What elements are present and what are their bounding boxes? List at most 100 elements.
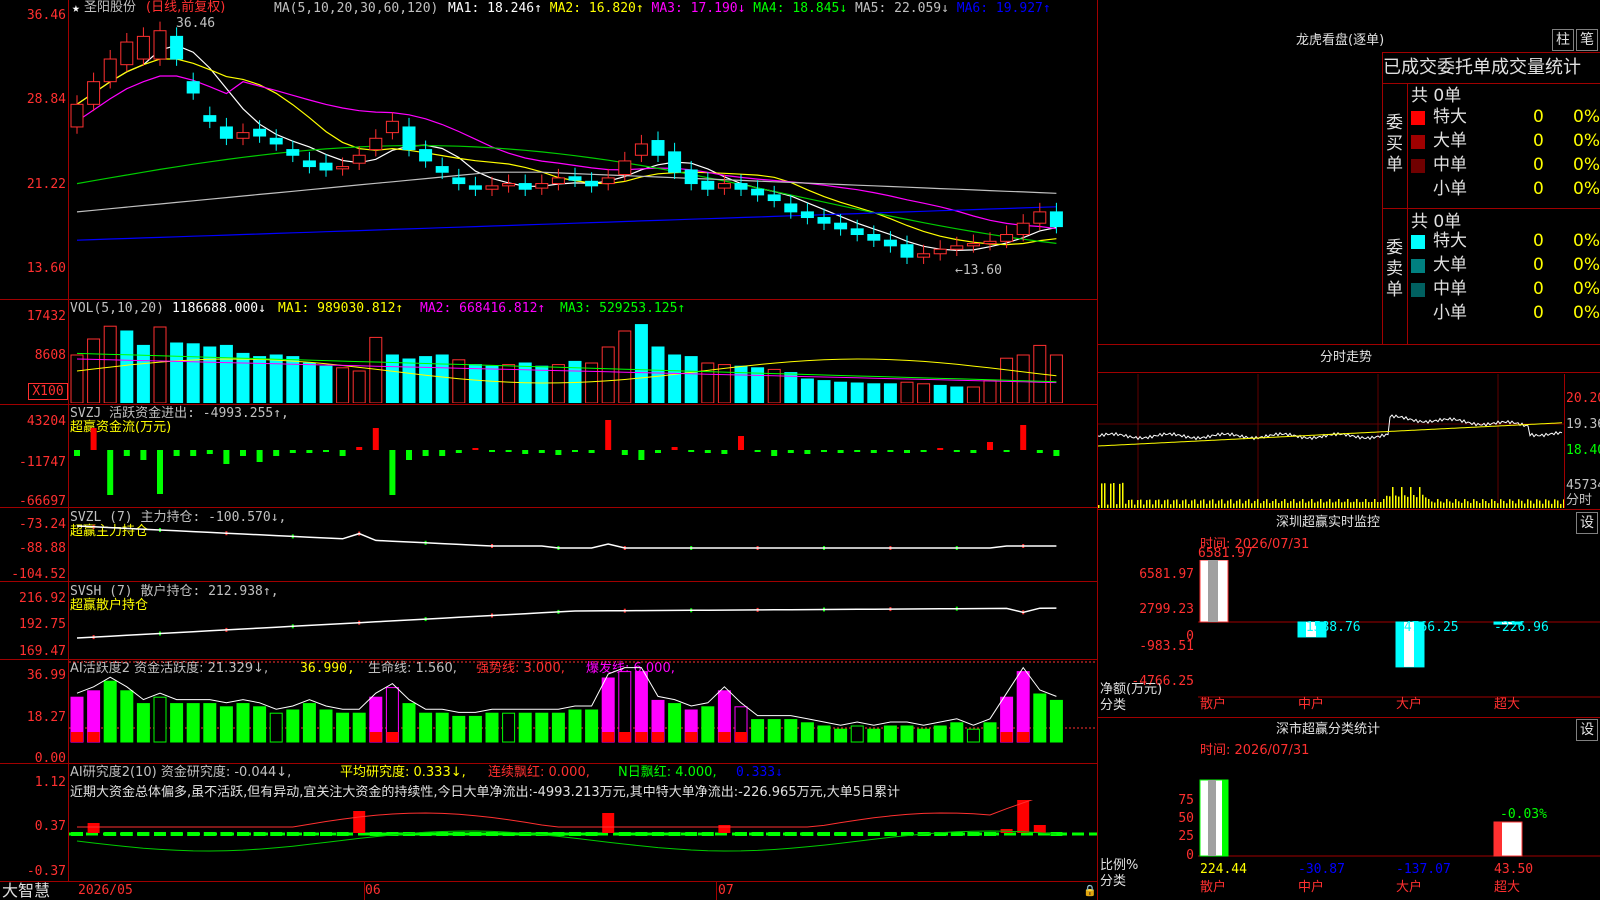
monitor-settings-button[interactable]: 设 — [1576, 512, 1598, 534]
intraday-tick: 20.20 — [1566, 391, 1600, 406]
intraday-vol-bar — [1143, 504, 1145, 508]
intraday-vol-bar — [1203, 499, 1205, 508]
activity-bar — [419, 712, 433, 743]
intraday-vol-bar — [1539, 500, 1541, 508]
volume-bar — [319, 365, 333, 403]
activity-base — [602, 732, 615, 742]
research-bar — [104, 832, 117, 836]
intraday-vol-bar — [1515, 503, 1517, 508]
volume-bar — [618, 330, 632, 403]
main-position-line — [76, 525, 1057, 549]
activity-base — [685, 732, 698, 742]
intraday-vol-bar — [1188, 503, 1190, 508]
money-flow-bar — [206, 450, 213, 454]
stats-row-pct: 0% — [1573, 131, 1600, 151]
intraday-vol-bar — [1209, 500, 1211, 508]
intraday-vol-bar — [1185, 499, 1187, 508]
money-flow-chart[interactable] — [69, 405, 1097, 507]
color-swatch — [1411, 183, 1425, 197]
volume-bar — [684, 356, 698, 403]
intraday-vol-bar — [1386, 495, 1388, 508]
monitor-category: 超大 — [1494, 697, 1521, 712]
volume-bar — [734, 365, 748, 403]
volume-bar — [1016, 354, 1030, 403]
research-bar — [967, 832, 980, 836]
money-flow-bar — [953, 450, 960, 452]
price-tick: 21.22 — [26, 177, 66, 192]
chart-mode[interactable]: (日线,前复权) — [146, 0, 225, 15]
activity-bar — [136, 703, 150, 743]
candle-body — [900, 244, 914, 258]
intraday-vol-bar — [1473, 499, 1475, 508]
candle-body — [950, 245, 964, 250]
candle-body — [153, 30, 167, 60]
money-flow-bar — [256, 450, 263, 462]
stats2-ratio-label: 比例% — [1100, 858, 1139, 873]
svzl-tick: -104.52 — [11, 567, 66, 582]
research-bar — [336, 832, 349, 836]
research-bar — [87, 823, 100, 833]
intraday-vol-bar — [1440, 501, 1442, 508]
stats-row-count: 0 — [1533, 179, 1544, 199]
intraday-vol-bar — [1530, 500, 1532, 508]
color-swatch — [1411, 307, 1425, 321]
candle-body — [734, 183, 748, 190]
intraday-vol-bar — [1158, 499, 1160, 508]
monitor-tick: 2799.23 — [1139, 602, 1194, 617]
candle-body — [834, 222, 848, 230]
candle-body — [336, 166, 350, 170]
volume-bar — [966, 386, 980, 403]
volume-bar — [767, 368, 781, 403]
activity-bar — [236, 703, 250, 743]
research-bar — [718, 825, 731, 833]
stats2-settings-button[interactable]: 设 — [1576, 719, 1598, 741]
candlestick-chart[interactable] — [69, 14, 1097, 298]
money-flow-bar — [489, 450, 495, 452]
money-flow-bar — [804, 450, 811, 454]
candle-body — [883, 239, 897, 247]
intraday-vol-bar — [1200, 500, 1202, 508]
bar-mode-button[interactable]: 柱 — [1552, 29, 1574, 51]
retail-position-chart[interactable] — [69, 582, 1097, 659]
intraday-vol-bar — [1554, 499, 1556, 508]
intraday-vol-bar — [1479, 503, 1481, 508]
candle-body — [236, 132, 250, 139]
candle-body — [867, 234, 881, 241]
svsh-tick: 216.92 — [19, 591, 66, 606]
research-bar — [220, 832, 233, 836]
volume-bar — [933, 384, 947, 403]
intraday-vol-bar — [1317, 501, 1319, 508]
candle-body — [1033, 211, 1047, 224]
activity-bar — [352, 712, 366, 743]
intraday-vol-bar — [1503, 500, 1505, 508]
stats2-tick: 75 — [1178, 793, 1194, 808]
research-bar — [237, 832, 249, 836]
activity-bar — [551, 712, 565, 743]
ai-active-tick: 36.99 — [26, 668, 66, 683]
volume-bar — [336, 367, 350, 403]
activity-base — [386, 732, 399, 742]
chart-area[interactable]: ★ 圣阳股份 (日线,前复权) MA(5,10,20,30,60,120) MA… — [0, 0, 1098, 900]
intraday-vol-bar — [1227, 500, 1229, 508]
ai-research-chart[interactable] — [69, 800, 1097, 881]
volume-chart[interactable] — [69, 315, 1097, 403]
stats2-bar-edge — [1222, 780, 1228, 856]
stock-name[interactable]: 圣阳股份 — [84, 0, 136, 15]
high-price-mark: 36.46 — [176, 16, 216, 31]
volume-bar — [917, 383, 931, 403]
activity-bar — [468, 715, 482, 743]
intraday-chart[interactable] — [1098, 374, 1564, 508]
stats2-bar-chart[interactable] — [1198, 778, 1600, 860]
activity-bar — [817, 725, 831, 743]
volume-bar — [87, 338, 101, 403]
intraday-vol-bar — [1173, 500, 1175, 508]
ai-activity-chart[interactable] — [69, 660, 1097, 763]
stats-row-count: 0 — [1533, 303, 1544, 323]
main-position-chart[interactable] — [69, 508, 1097, 581]
volume-bar — [834, 381, 848, 403]
volume-bar — [634, 324, 648, 403]
volume-bar — [236, 352, 250, 403]
activity-bar — [568, 709, 582, 743]
intraday-vol-bar — [1422, 494, 1424, 508]
tick-mode-button[interactable]: 笔 — [1576, 29, 1598, 51]
